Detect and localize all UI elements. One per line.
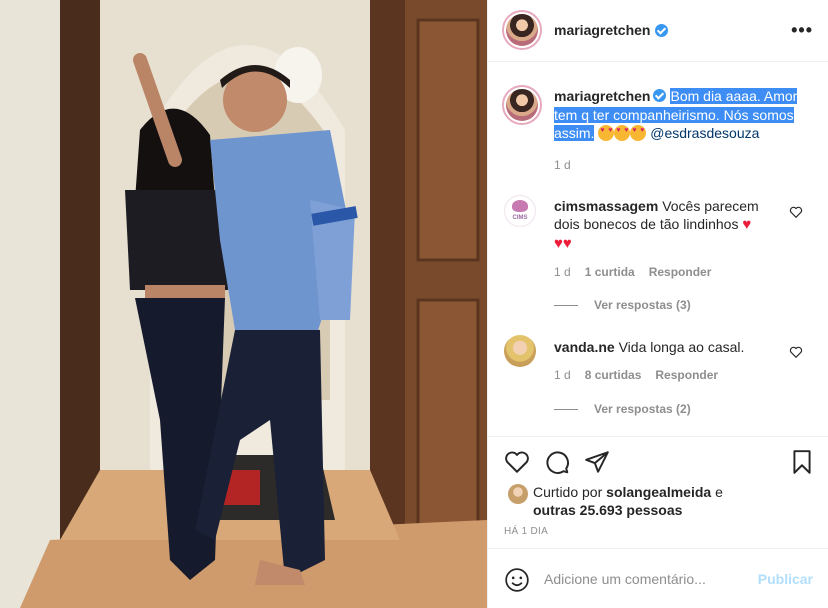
instagram-post: mariagretchen ••• mariagretchen Bom dia a…	[0, 0, 828, 608]
commenter-username[interactable]: cimsmassagem	[554, 198, 658, 214]
red-heart-emoji-icon: ♥♥	[554, 235, 572, 252]
caption-time: 1 d	[554, 158, 571, 172]
commenter-avatar[interactable]	[504, 335, 536, 367]
comment-text: vanda.ne Vida longa ao casal.	[554, 338, 780, 356]
comment-likes[interactable]: 8 curtidas	[585, 368, 642, 382]
red-heart-emoji-icon: ♥	[742, 216, 752, 233]
comment-time: 1 d	[554, 265, 571, 279]
view-replies-button[interactable]: Ver respostas (3)	[554, 298, 691, 312]
post-caption: mariagretchen Bom dia aaaa. Amor tem q ter…	[554, 87, 816, 143]
comment-bubble-icon[interactable]	[544, 449, 570, 475]
view-replies-label: Ver respostas (3)	[594, 298, 691, 312]
verified-badge-icon	[655, 23, 669, 37]
publish-button[interactable]: Publicar	[758, 571, 813, 587]
author-avatar[interactable]	[502, 10, 542, 50]
view-replies-button[interactable]: Ver respostas (2)	[554, 402, 691, 416]
comment-input[interactable]	[544, 567, 744, 591]
liked-by-conj: e	[715, 484, 723, 500]
commenter-username[interactable]: vanda.ne	[554, 339, 615, 355]
comment-like-heart-icon[interactable]	[789, 205, 803, 219]
caption-avatar[interactable]	[502, 85, 542, 125]
liker-avatar[interactable]	[508, 484, 528, 504]
commenter-avatar[interactable]: CIMS	[504, 195, 536, 227]
caption-username[interactable]: mariagretchen	[554, 88, 650, 104]
liked-by-prefix: Curtido por	[533, 484, 603, 500]
caption-text-1: Bom dia aaaa. Amor	[670, 88, 798, 104]
replies-divider	[554, 408, 578, 410]
replies-divider	[554, 304, 578, 306]
liked-by-others[interactable]: outras 25.693 pessoas	[533, 502, 682, 518]
comment-body: Vida longa ao casal.	[618, 339, 745, 355]
reply-button[interactable]: Responder	[649, 265, 712, 279]
comment-text: cimsmassagem Vocês parecem dois bonecos …	[554, 197, 780, 253]
emoji-smile-icon[interactable]	[504, 567, 530, 593]
like-heart-icon[interactable]	[504, 449, 530, 475]
more-options-icon[interactable]: •••	[791, 20, 813, 41]
comment-like-heart-icon[interactable]	[789, 345, 803, 359]
save-bookmark-icon[interactable]	[789, 449, 815, 475]
post-side-panel: mariagretchen ••• mariagretchen Bom dia a…	[487, 0, 828, 608]
view-replies-label: Ver respostas (2)	[594, 402, 691, 416]
couple-photo	[0, 0, 487, 608]
liked-by-user[interactable]: solangealmeida	[606, 484, 711, 500]
share-paper-plane-icon[interactable]	[584, 449, 610, 475]
verified-badge-icon	[653, 89, 667, 102]
post-header: mariagretchen •••	[488, 0, 828, 62]
caption-text-3: assim.	[554, 125, 595, 141]
comment-time: 1 d	[554, 368, 571, 382]
author-info: mariagretchen	[554, 22, 669, 38]
comment-meta: 1 d 8 curtidas Responder	[554, 368, 718, 382]
comment-likes[interactable]: 1 curtida	[585, 265, 635, 279]
author-username[interactable]: mariagretchen	[554, 22, 650, 38]
caption-mention[interactable]: @esdrasdesouza	[650, 125, 759, 141]
post-time-ago[interactable]: HÁ 1 DIA	[504, 526, 548, 537]
heart-eyes-emoji-icon	[630, 125, 647, 141]
liked-by-text: Curtido por solangealmeida e outras 25.6…	[533, 483, 733, 519]
comment-meta: 1 d 1 curtida Responder	[554, 265, 711, 279]
add-comment-bar: Publicar	[488, 548, 828, 608]
heart-eyes-emoji-icon	[614, 125, 631, 141]
post-photo[interactable]	[0, 0, 487, 608]
caption-text-2: tem q ter companheirismo. Nós somos	[554, 106, 794, 123]
heart-eyes-emoji-icon	[598, 125, 615, 141]
comment-body-2: dois bonecos de tão lindinhos	[554, 216, 739, 232]
reply-button[interactable]: Responder	[655, 368, 718, 382]
comments-section[interactable]: mariagretchen Bom dia aaaa. Amor tem q ter…	[488, 63, 828, 435]
action-bar	[488, 436, 828, 486]
comment-body-1: Vocês parecem	[662, 198, 759, 214]
